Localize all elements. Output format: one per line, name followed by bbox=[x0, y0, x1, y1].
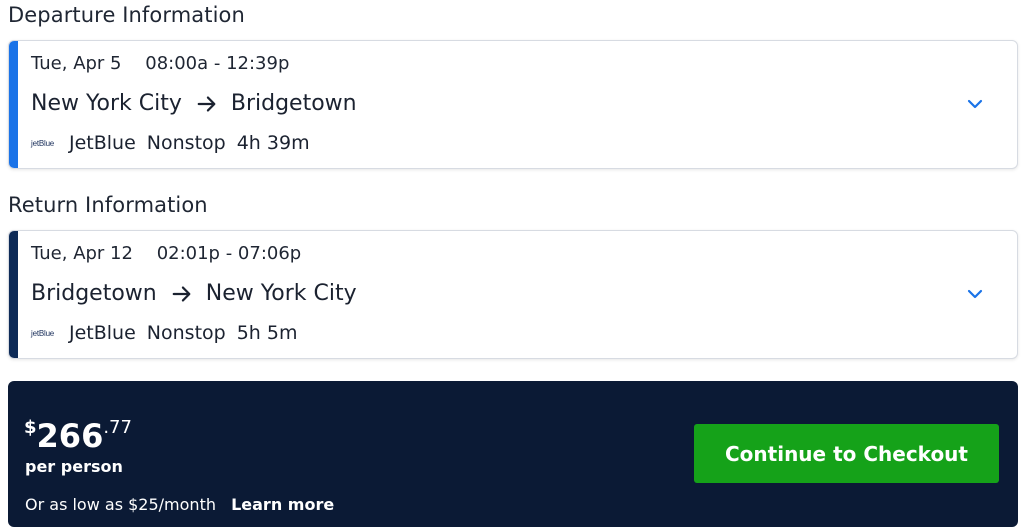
chevron-down-icon[interactable] bbox=[967, 289, 983, 299]
return-route: Bridgetown New York City bbox=[31, 281, 357, 306]
return-origin: Bridgetown bbox=[31, 281, 157, 306]
departure-time: 08:00a - 12:39p bbox=[145, 53, 290, 74]
card-accent-bar bbox=[9, 41, 18, 168]
chevron-down-icon[interactable] bbox=[967, 99, 983, 109]
departure-heading: Departure Information bbox=[8, 3, 245, 27]
return-time: 02:01p - 07:06p bbox=[156, 243, 302, 264]
jetblue-logo: jetBlue bbox=[31, 328, 55, 338]
return-date-row: Tue, Apr 12 02:01p - 07:06p bbox=[31, 243, 301, 264]
arrow-right-icon bbox=[197, 95, 216, 112]
return-flight-card[interactable]: Tue, Apr 12 02:01p - 07:06p Bridgetown N… bbox=[8, 230, 1018, 359]
price-cents: .77 bbox=[103, 417, 132, 438]
return-date: Tue, Apr 12 bbox=[31, 243, 133, 264]
return-stops: Nonstop bbox=[146, 322, 226, 344]
return-airline: JetBlue bbox=[69, 322, 136, 344]
departure-date-row: Tue, Apr 5 08:00a - 12:39p bbox=[31, 53, 289, 74]
departure-duration: 4h 39m bbox=[236, 132, 310, 154]
financing-row: Or as low as $25/month Learn more bbox=[25, 495, 334, 514]
return-destination: New York City bbox=[205, 281, 357, 306]
departure-destination: Bridgetown bbox=[230, 91, 357, 116]
return-duration: 5h 5m bbox=[236, 322, 298, 344]
price-currency: $ bbox=[24, 417, 37, 438]
departure-date: Tue, Apr 5 bbox=[31, 53, 122, 74]
jetblue-logo: jetBlue bbox=[31, 138, 55, 148]
return-airline-row: jetBlue JetBlue Nonstop 5h 5m bbox=[31, 322, 298, 344]
price-summary-panel: $266.77 per person Or as low as $25/mont… bbox=[8, 381, 1018, 527]
total-price: $266.77 bbox=[24, 417, 132, 455]
departure-flight-card[interactable]: Tue, Apr 5 08:00a - 12:39p New York City… bbox=[8, 40, 1018, 169]
departure-route: New York City Bridgetown bbox=[31, 91, 357, 116]
departure-origin: New York City bbox=[31, 91, 182, 116]
price-whole: 266 bbox=[36, 417, 104, 455]
departure-airline: JetBlue bbox=[69, 132, 136, 154]
price-unit: per person bbox=[25, 457, 123, 476]
card-accent-bar bbox=[9, 231, 18, 358]
departure-airline-row: jetBlue JetBlue Nonstop 4h 39m bbox=[31, 132, 310, 154]
departure-stops: Nonstop bbox=[146, 132, 226, 154]
return-heading: Return Information bbox=[8, 193, 208, 217]
continue-to-checkout-button[interactable]: Continue to Checkout bbox=[694, 424, 999, 483]
arrow-right-icon bbox=[172, 285, 191, 302]
financing-text: Or as low as $25/month bbox=[25, 495, 216, 514]
learn-more-link[interactable]: Learn more bbox=[231, 495, 334, 514]
